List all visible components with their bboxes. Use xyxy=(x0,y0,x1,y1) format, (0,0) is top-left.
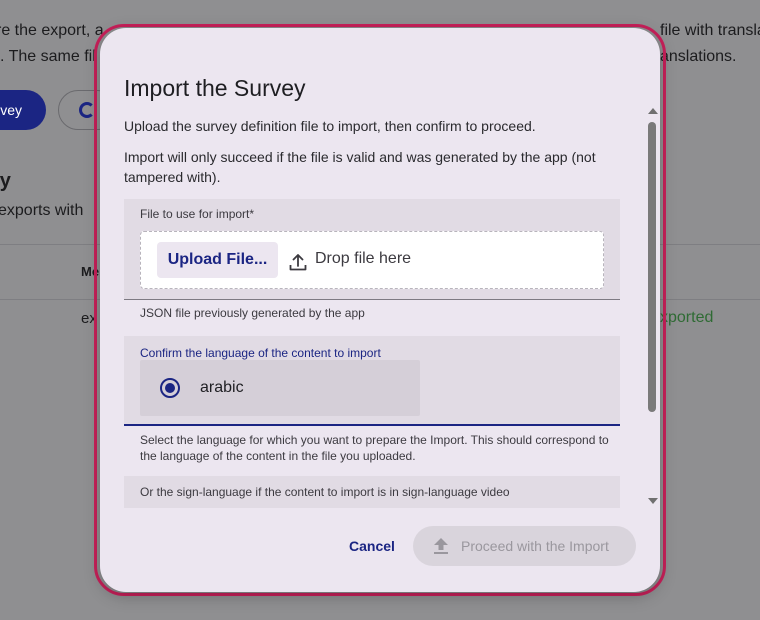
cancel-button[interactable]: Cancel xyxy=(338,526,406,566)
language-option-arabic[interactable]: arabic xyxy=(140,360,420,416)
language-field-helper: Select the language for which you want t… xyxy=(140,433,609,463)
language-field: Confirm the language of the content to i… xyxy=(124,336,620,426)
file-upload-field: File to use for import* Upload File... D… xyxy=(124,199,620,300)
file-field-helper: JSON file previously generated by the ap… xyxy=(140,306,365,320)
file-field-label: File to use for import* xyxy=(140,207,255,221)
table-row-status: xported xyxy=(660,309,714,326)
radio-dot xyxy=(165,383,175,393)
file-drop-zone[interactable]: Upload File... Drop file here xyxy=(140,231,604,289)
history-heading: ry xyxy=(0,170,11,192)
upload-arrow-icon xyxy=(434,538,448,554)
export-survey-button[interactable]: vey xyxy=(0,90,46,130)
sign-language-label: Or the sign-language if the content to i… xyxy=(140,485,510,499)
upload-file-button[interactable]: Upload File... xyxy=(157,242,278,278)
history-subtitle: exports with xyxy=(0,202,84,219)
background-description-line1-end: file with transla xyxy=(660,22,760,39)
scroll-down-icon[interactable] xyxy=(648,498,658,504)
warning-text: Import will only succeed if the file is … xyxy=(124,149,596,185)
spinner-icon xyxy=(79,102,95,118)
language-field-label: Confirm the language of the content to i… xyxy=(140,346,381,360)
scroll-up-icon[interactable] xyxy=(648,108,658,114)
radio-selected-icon[interactable] xyxy=(160,378,180,398)
background-description-line2: . The same fil xyxy=(0,48,96,65)
background-description-line1: re the export, a xyxy=(0,22,104,39)
dialog-scrollbar[interactable] xyxy=(644,104,660,508)
dialog-title: Import the Survey xyxy=(124,75,306,102)
drop-file-text: Drop file here xyxy=(315,250,412,267)
sign-language-field: Or the sign-language if the content to i… xyxy=(124,476,620,508)
proceed-import-button[interactable]: Proceed with the Import xyxy=(413,526,636,566)
language-option-label: arabic xyxy=(200,379,244,396)
proceed-import-label: Proceed with the Import xyxy=(461,538,609,554)
dialog-scroll-area[interactable]: Upload the survey definition file to imp… xyxy=(100,104,648,508)
upload-icon xyxy=(289,254,307,271)
scrollbar-thumb[interactable] xyxy=(648,122,656,412)
import-survey-dialog: Import the Survey Upload the survey defi… xyxy=(100,28,660,592)
background-description-line2-end: anslations. xyxy=(660,48,737,65)
intro-text: Upload the survey definition file to imp… xyxy=(124,118,536,134)
